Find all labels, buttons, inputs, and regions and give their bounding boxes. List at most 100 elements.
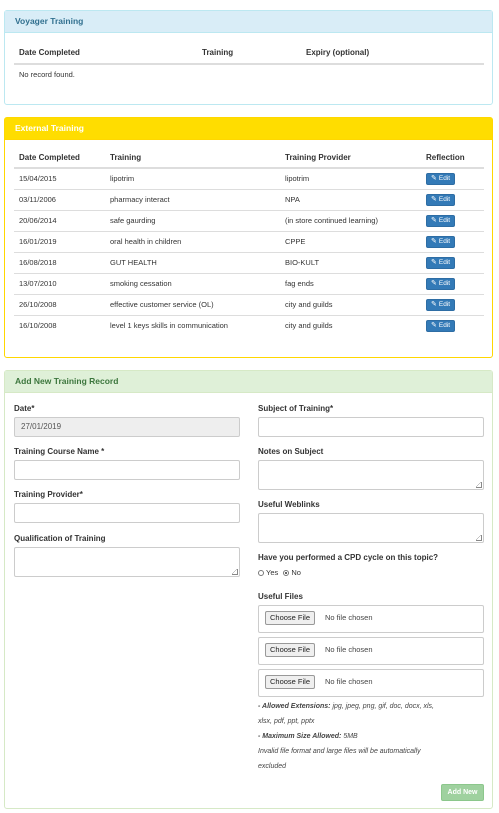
column-expiry: Expiry (optional) [301, 42, 484, 65]
row-date: 20/06/2014 [14, 209, 105, 231]
allowed-extensions-label: - Allowed Extensions: [258, 703, 331, 710]
edit-label: Edit [438, 300, 451, 308]
external-training-table: Date Completed Training Training Provide… [14, 148, 484, 336]
row-reflection: ✎ Edit [421, 314, 484, 336]
row-training: level 1 keys skills in communication [105, 314, 280, 336]
course-name-label: Training Course Name * [14, 447, 105, 456]
table-row: 26/10/2008 effective customer service (OL… [14, 293, 484, 315]
resize-grip-icon[interactable] [476, 535, 482, 541]
edit-label: Edit [438, 216, 451, 224]
useful-files-label: Useful Files [258, 592, 303, 601]
training-provider-input[interactable] [14, 503, 240, 523]
row-reflection: ✎ Edit [421, 272, 484, 294]
pencil-icon: ✎ [431, 195, 437, 203]
edit-button[interactable]: ✎ Edit [426, 235, 456, 248]
row-date: 16/10/2008 [14, 314, 105, 336]
row-reflection: ✎ Edit [421, 251, 484, 273]
cpd-no-radio[interactable] [283, 570, 290, 577]
row-provider: city and guilds [280, 314, 421, 336]
edit-button[interactable]: ✎ Edit [426, 298, 456, 311]
file-input-2: Choose File No file chosen [258, 637, 484, 665]
row-training: lipotrim [105, 167, 280, 189]
row-provider: fag ends [280, 272, 421, 294]
cpd-yes-label[interactable]: Yes [266, 568, 278, 577]
subject-label: Subject of Training* [258, 404, 334, 413]
allowed-extensions-value-2: xlsx, pdf, ppt, pptx [258, 718, 315, 725]
row-date: 15/04/2015 [14, 167, 105, 189]
course-name-input[interactable] [14, 460, 240, 480]
row-training: pharmacy interact [105, 188, 280, 210]
pencil-icon: ✎ [431, 321, 437, 329]
row-date: 16/01/2019 [14, 230, 105, 252]
edit-label: Edit [438, 279, 451, 287]
no-file-text: No file chosen [325, 677, 373, 686]
file-input-1: Choose File No file chosen [258, 605, 484, 633]
no-file-text: No file chosen [325, 613, 373, 622]
table-row: 13/07/2010 smoking cessation fag ends ✎ Edit [14, 272, 484, 294]
edit-button[interactable]: ✎ Edit [426, 256, 456, 269]
cpd-label: Have you performed a CPD cycle on this t… [258, 553, 439, 562]
column-date-completed: Date Completed [14, 148, 105, 169]
pencil-icon: ✎ [431, 237, 437, 245]
cpd-yes-radio[interactable] [258, 570, 264, 577]
column-reflection: Reflection [421, 148, 484, 169]
pencil-icon: ✎ [431, 216, 437, 224]
table-row: 16/10/2008 level 1 keys skills in communi… [14, 314, 484, 336]
edit-label: Edit [438, 174, 451, 182]
pencil-icon: ✎ [431, 279, 437, 287]
row-provider: BIO-KULT [280, 251, 421, 273]
pencil-icon: ✎ [431, 258, 437, 266]
qualification-textarea[interactable] [14, 547, 240, 577]
row-reflection: ✎ Edit [421, 167, 484, 189]
row-provider: NPA [280, 188, 421, 210]
table-row: 16/08/2018 GUT HEALTH BIO-KULT ✎ Edit [14, 251, 484, 273]
row-training: safe gaurding [105, 209, 280, 231]
row-provider: city and guilds [280, 293, 421, 315]
row-training: smoking cessation [105, 272, 280, 294]
edit-button[interactable]: ✎ Edit [426, 214, 456, 227]
edit-label: Edit [438, 195, 451, 203]
voyager-training-table: Date Completed Training Expiry (optional… [14, 42, 484, 84]
column-training: Training [197, 42, 301, 65]
edit-button[interactable]: ✎ Edit [426, 193, 456, 206]
file-input-3: Choose File No file chosen [258, 669, 484, 697]
weblinks-textarea[interactable] [258, 513, 484, 543]
no-record-text: No record found. [14, 63, 484, 84]
choose-file-button[interactable]: Choose File [265, 611, 316, 625]
row-date: 03/11/2006 [14, 188, 105, 210]
table-row: 03/11/2006 pharmacy interact NPA ✎ Edit [14, 188, 484, 210]
row-reflection: ✎ Edit [421, 188, 484, 210]
qualification-label: Qualification of Training [14, 534, 106, 543]
column-training: Training [105, 148, 280, 169]
edit-button[interactable]: ✎ Edit [426, 172, 456, 185]
row-provider: lipotrim [280, 167, 421, 189]
row-date: 13/07/2010 [14, 272, 105, 294]
column-date-completed: Date Completed [14, 42, 197, 65]
invalid-file-note-2: excluded [258, 763, 287, 770]
edit-button[interactable]: ✎ Edit [426, 277, 456, 290]
cpd-radio-group: Yes No [258, 568, 301, 577]
subject-input[interactable] [258, 417, 484, 437]
allowed-extensions-value: jpg, jpeg, png, gif, doc, docx, xls, [332, 703, 434, 710]
date-input[interactable]: 27/01/2019 [14, 417, 240, 437]
edit-button[interactable]: ✎ Edit [426, 319, 456, 332]
invalid-file-note-1: Invalid file format and large files will… [258, 748, 421, 755]
row-reflection: ✎ Edit [421, 293, 484, 315]
resize-grip-icon[interactable] [476, 482, 482, 488]
row-reflection: ✎ Edit [421, 209, 484, 231]
choose-file-button[interactable]: Choose File [265, 643, 316, 657]
notes-textarea[interactable] [258, 460, 484, 490]
resize-grip-icon[interactable] [232, 569, 238, 575]
row-training: effective customer service (OL) [105, 293, 280, 315]
add-training-heading: Add New Training Record [5, 371, 492, 393]
cpd-no-label[interactable]: No [291, 568, 301, 577]
choose-file-button[interactable]: Choose File [265, 675, 316, 689]
row-training: GUT HEALTH [105, 251, 280, 273]
row-provider: CPPE [280, 230, 421, 252]
max-size-label: - Maximum Size Allowed: [258, 733, 342, 740]
training-provider-label: Training Provider* [14, 490, 83, 499]
add-new-button[interactable]: Add New [441, 784, 484, 801]
external-training-panel: External Training Date Completed Trainin… [4, 117, 493, 358]
column-training-provider: Training Provider [280, 148, 421, 169]
row-reflection: ✎ Edit [421, 230, 484, 252]
